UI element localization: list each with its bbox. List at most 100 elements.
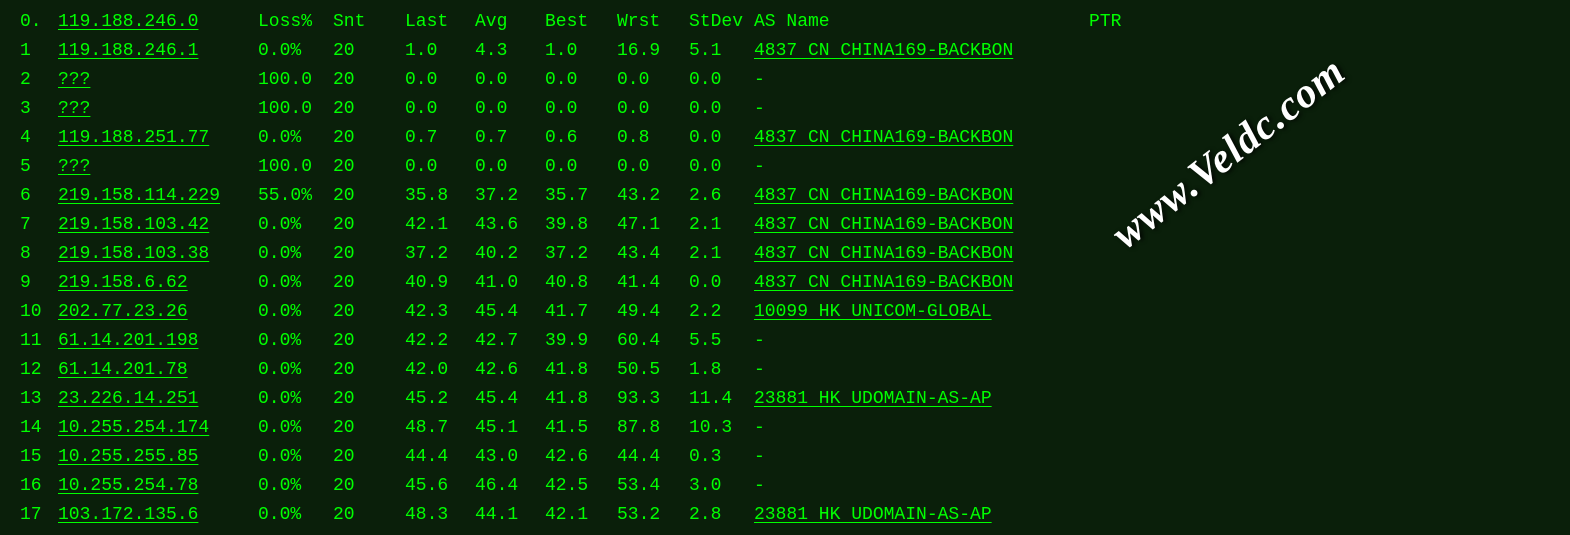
best-value: 41.8 — [545, 385, 617, 414]
hop-ip[interactable]: ??? — [58, 95, 258, 124]
last-value: 1.0 — [405, 37, 475, 66]
hop-ip[interactable]: 119.188.251.77 — [58, 124, 258, 153]
last-value: 42.2 — [405, 327, 475, 356]
as-name: - — [754, 66, 1089, 95]
hop-number: 6 — [20, 182, 58, 211]
table-row: 9219.158.6.620.0%2040.941.040.841.40.048… — [20, 269, 1550, 298]
wrst-value: 49.4 — [617, 298, 689, 327]
stdev-value: 2.6 — [689, 182, 754, 211]
last-value: 0.0 — [405, 95, 475, 124]
snt-value: 20 — [333, 66, 405, 95]
as-name[interactable]: 23881 HK UDOMAIN-AS-AP — [754, 385, 1089, 414]
header-ip: 119.188.246.0 — [58, 8, 258, 37]
hop-ip[interactable]: 23.226.14.251 — [58, 385, 258, 414]
stdev-value: 11.4 — [689, 385, 754, 414]
hop-ip[interactable]: 10.255.254.78 — [58, 472, 258, 501]
wrst-value: 93.3 — [617, 385, 689, 414]
avg-value: 0.0 — [475, 153, 545, 182]
hop-number: 3 — [20, 95, 58, 124]
hop-ip[interactable]: 119.188.246.1 — [58, 37, 258, 66]
avg-value: 0.7 — [475, 124, 545, 153]
loss-value: 100.0 — [258, 153, 333, 182]
wrst-value: 43.2 — [617, 182, 689, 211]
hop-number: 10 — [20, 298, 58, 327]
snt-value: 20 — [333, 501, 405, 530]
hop-number: 5 — [20, 153, 58, 182]
avg-value: 46.4 — [475, 472, 545, 501]
hop-ip[interactable]: 103.172.135.6 — [58, 501, 258, 530]
stdev-value: 0.0 — [689, 124, 754, 153]
last-value: 42.3 — [405, 298, 475, 327]
as-name[interactable]: 4837 CN CHINA169-BACKBON — [754, 269, 1089, 298]
as-name[interactable]: 4837 CN CHINA169-BACKBON — [754, 211, 1089, 240]
hop-ip[interactable]: 202.77.23.26 — [58, 298, 258, 327]
stdev-value: 0.0 — [689, 269, 754, 298]
header-ptr: PTR — [1089, 8, 1121, 37]
loss-value: 0.0% — [258, 327, 333, 356]
wrst-value: 0.0 — [617, 95, 689, 124]
hop-number: 4 — [20, 124, 58, 153]
hop-number: 11 — [20, 327, 58, 356]
last-value: 48.7 — [405, 414, 475, 443]
hop-number: 8 — [20, 240, 58, 269]
avg-value: 43.6 — [475, 211, 545, 240]
loss-value: 0.0% — [258, 356, 333, 385]
snt-value: 20 — [333, 472, 405, 501]
hop-ip[interactable]: 219.158.114.229 — [58, 182, 258, 211]
snt-value: 20 — [333, 153, 405, 182]
header-stdev: StDev — [689, 8, 754, 37]
avg-value: 45.4 — [475, 385, 545, 414]
avg-value: 42.7 — [475, 327, 545, 356]
hop-ip[interactable]: ??? — [58, 66, 258, 95]
best-value: 42.6 — [545, 443, 617, 472]
last-value: 45.6 — [405, 472, 475, 501]
as-name[interactable]: 23881 HK UDOMAIN-AS-AP — [754, 501, 1089, 530]
table-row: 8219.158.103.380.0%2037.240.237.243.42.1… — [20, 240, 1550, 269]
best-value: 40.8 — [545, 269, 617, 298]
hop-ip[interactable]: ??? — [58, 153, 258, 182]
as-name[interactable]: 10099 HK UNICOM-GLOBAL — [754, 298, 1089, 327]
last-value: 37.2 — [405, 240, 475, 269]
hop-ip[interactable]: 10.255.254.174 — [58, 414, 258, 443]
hop-ip[interactable]: 219.158.103.42 — [58, 211, 258, 240]
as-name: - — [754, 153, 1089, 182]
table-row: 1610.255.254.780.0%2045.646.442.553.43.0… — [20, 472, 1550, 501]
hop-number: 12 — [20, 356, 58, 385]
snt-value: 20 — [333, 414, 405, 443]
as-name[interactable]: 4837 CN CHINA169-BACKBON — [754, 182, 1089, 211]
hop-ip[interactable]: 61.14.201.78 — [58, 356, 258, 385]
best-value: 0.0 — [545, 153, 617, 182]
best-value: 41.5 — [545, 414, 617, 443]
table-row: 1410.255.254.1740.0%2048.745.141.587.810… — [20, 414, 1550, 443]
stdev-value: 5.5 — [689, 327, 754, 356]
hop-ip[interactable]: 10.255.255.85 — [58, 443, 258, 472]
snt-value: 20 — [333, 298, 405, 327]
loss-value: 100.0 — [258, 95, 333, 124]
avg-value: 42.6 — [475, 356, 545, 385]
avg-value: 4.3 — [475, 37, 545, 66]
hop-ip[interactable]: 219.158.103.38 — [58, 240, 258, 269]
best-value: 42.5 — [545, 472, 617, 501]
header-hop: 0. — [20, 8, 58, 37]
hop-number: 14 — [20, 414, 58, 443]
header-avg: Avg — [475, 8, 545, 37]
as-name: - — [754, 472, 1089, 501]
table-row: 6219.158.114.22955.0%2035.837.235.743.22… — [20, 182, 1550, 211]
hop-ip[interactable]: 61.14.201.198 — [58, 327, 258, 356]
last-value: 42.0 — [405, 356, 475, 385]
as-name[interactable]: 4837 CN CHINA169-BACKBON — [754, 240, 1089, 269]
hop-ip[interactable]: 219.158.6.62 — [58, 269, 258, 298]
avg-value: 45.4 — [475, 298, 545, 327]
best-value: 41.8 — [545, 356, 617, 385]
as-name[interactable]: 4837 CN CHINA169-BACKBON — [754, 37, 1089, 66]
wrst-value: 16.9 — [617, 37, 689, 66]
wrst-value: 47.1 — [617, 211, 689, 240]
last-value: 48.3 — [405, 501, 475, 530]
as-name[interactable]: 4837 CN CHINA169-BACKBON — [754, 124, 1089, 153]
stdev-value: 0.0 — [689, 66, 754, 95]
best-value: 42.1 — [545, 501, 617, 530]
wrst-value: 87.8 — [617, 414, 689, 443]
last-value: 0.0 — [405, 153, 475, 182]
mtr-output: 0. 119.188.246.0 Loss% Snt Last Avg Best… — [20, 8, 1550, 530]
hop-number: 9 — [20, 269, 58, 298]
